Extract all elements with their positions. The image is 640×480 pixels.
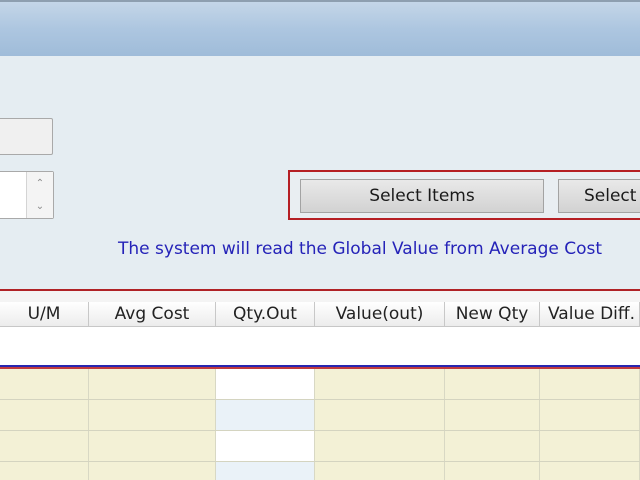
column-header-new-qty[interactable]: New Qty xyxy=(445,302,540,326)
table-row[interactable] xyxy=(0,431,640,462)
table-row[interactable] xyxy=(0,400,640,431)
window-frame: ⌃ ⌄ Select Items Select The system will … xyxy=(0,0,640,480)
spinner-buttons: ⌃ ⌄ xyxy=(26,172,53,218)
table-cell[interactable] xyxy=(0,462,89,480)
table-cell[interactable] xyxy=(540,431,640,461)
table-cell[interactable] xyxy=(540,400,640,430)
table-cell[interactable] xyxy=(0,431,89,461)
table-cell[interactable] xyxy=(89,431,216,461)
column-header-value-out[interactable]: Value(out) xyxy=(315,302,445,326)
table-cell[interactable] xyxy=(0,369,89,399)
table-cell[interactable] xyxy=(0,400,89,430)
column-header-qty-out[interactable]: Qty.Out xyxy=(216,302,315,326)
numeric-spinner-field[interactable]: ⌃ ⌄ xyxy=(0,171,54,219)
text-field[interactable] xyxy=(0,118,53,155)
table-cell[interactable] xyxy=(216,400,315,430)
grid-top-strip xyxy=(0,291,640,302)
new-row-editor[interactable] xyxy=(0,327,640,367)
column-header-avg-cost[interactable]: Avg Cost xyxy=(89,302,216,326)
select-button[interactable]: Select xyxy=(558,179,640,213)
column-header-value-diff[interactable]: Value Diff. xyxy=(540,302,640,326)
column-header-um[interactable]: U/M xyxy=(0,302,89,326)
table-cell[interactable] xyxy=(216,431,315,461)
selection-button-group: Select Items Select xyxy=(288,170,640,220)
table-cell[interactable] xyxy=(216,462,315,480)
grid-header: U/M Avg Cost Qty.Out Value(out) New Qty … xyxy=(0,302,640,327)
items-grid: U/M Avg Cost Qty.Out Value(out) New Qty … xyxy=(0,291,640,480)
table-cell[interactable] xyxy=(445,400,540,430)
table-cell[interactable] xyxy=(315,400,445,430)
table-row[interactable] xyxy=(0,462,640,480)
table-cell[interactable] xyxy=(540,462,640,480)
table-cell[interactable] xyxy=(445,369,540,399)
info-message: The system will read the Global Value fr… xyxy=(118,239,603,259)
table-cell[interactable] xyxy=(89,400,216,430)
chevron-down-icon[interactable]: ⌄ xyxy=(27,195,53,218)
table-cell[interactable] xyxy=(445,431,540,461)
table-cell[interactable] xyxy=(89,369,216,399)
table-cell[interactable] xyxy=(216,369,315,399)
select-items-button[interactable]: Select Items xyxy=(300,179,544,213)
table-cell[interactable] xyxy=(89,462,216,480)
window-titlebar xyxy=(0,0,640,56)
table-cell[interactable] xyxy=(315,369,445,399)
table-cell[interactable] xyxy=(445,462,540,480)
table-cell[interactable] xyxy=(315,431,445,461)
table-cell[interactable] xyxy=(540,369,640,399)
table-cell[interactable] xyxy=(315,462,445,480)
chevron-up-icon[interactable]: ⌃ xyxy=(27,172,53,195)
table-row[interactable] xyxy=(0,369,640,400)
